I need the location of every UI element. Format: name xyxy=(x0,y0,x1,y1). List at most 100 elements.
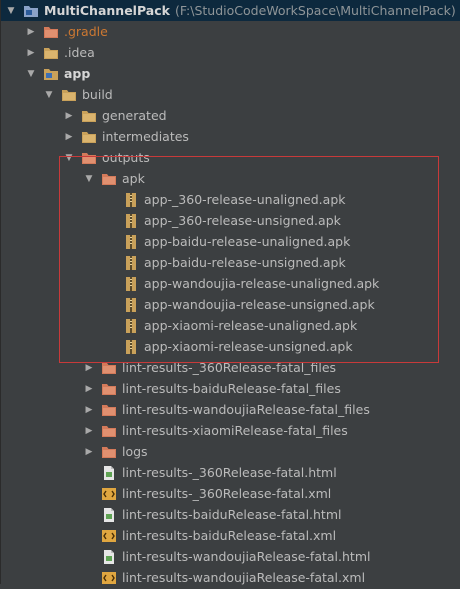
folder-icon xyxy=(81,108,97,124)
collapsed-arrow-icon[interactable]: ▶ xyxy=(25,42,37,63)
folder-excluded-icon xyxy=(43,24,59,40)
expanded-arrow-icon[interactable]: ▼ xyxy=(25,63,37,84)
folder-excluded-icon xyxy=(101,171,117,187)
tree-node-apk-file[interactable]: app-wandoujia-release-unaligned.apk xyxy=(1,273,460,294)
xml-file-icon xyxy=(101,528,117,544)
tree-node-generated[interactable]: ▶ generated xyxy=(1,105,460,126)
file-label: app-_360-release-unsigned.apk xyxy=(144,213,341,228)
folder-label: .idea xyxy=(64,45,95,60)
folder-label: lint-results-wandoujiaRelease-fatal_file… xyxy=(122,402,370,417)
file-label: lint-results-wandoujiaRelease-fatal.html xyxy=(122,549,371,564)
file-label: app-xiaomi-release-unaligned.apk xyxy=(144,318,358,333)
folder-excluded-icon xyxy=(101,402,117,418)
folder-label: generated xyxy=(102,108,167,123)
collapsed-arrow-icon[interactable]: ▶ xyxy=(63,105,75,126)
tree-node-apk-file[interactable]: app-xiaomi-release-unaligned.apk xyxy=(1,315,460,336)
html-file-icon xyxy=(101,549,117,565)
file-label: lint-results-_360Release-fatal.xml xyxy=(122,486,332,501)
archive-icon xyxy=(123,234,139,250)
folder-excluded-icon xyxy=(81,150,97,166)
tree-node-app[interactable]: ▼ app xyxy=(1,63,460,84)
project-tree: ▼ MultiChannelPack (F:\StudioCodeWorkSpa… xyxy=(0,0,460,585)
tree-node-apk-file[interactable]: app-_360-release-unsigned.apk xyxy=(1,210,460,231)
expanded-arrow-icon[interactable]: ▼ xyxy=(43,84,55,105)
tree-node-logs[interactable]: ▶ logs xyxy=(1,441,460,462)
folder-excluded-icon xyxy=(101,444,117,460)
folder-excluded-icon xyxy=(101,360,117,376)
archive-icon xyxy=(123,255,139,271)
tree-node-intermediates[interactable]: ▶ intermediates xyxy=(1,126,460,147)
tree-node-apk[interactable]: ▼ apk xyxy=(1,168,460,189)
archive-icon xyxy=(123,276,139,292)
tree-node-apk-file[interactable]: app-baidu-release-unaligned.apk xyxy=(1,231,460,252)
tree-node-build[interactable]: ▼ build xyxy=(1,84,460,105)
tree-node-lint-folder[interactable]: ▶ lint-results-wandoujiaRelease-fatal_fi… xyxy=(1,399,460,420)
folder-label: outputs xyxy=(102,150,150,165)
folder-label: lint-results-baiduRelease-fatal_files xyxy=(122,381,341,396)
tree-node-apk-file[interactable]: app-wandoujia-release-unsigned.apk xyxy=(1,294,460,315)
archive-icon xyxy=(123,213,139,229)
tree-node-apk-file[interactable]: app-xiaomi-release-unsigned.apk xyxy=(1,336,460,357)
archive-icon xyxy=(123,192,139,208)
tree-node-lint-file[interactable]: lint-results-wandoujiaRelease-fatal.html xyxy=(1,546,460,567)
tree-node-gradle[interactable]: ▶ .gradle xyxy=(1,21,460,42)
folder-label: .gradle xyxy=(64,24,108,39)
file-label: lint-results-_360Release-fatal.html xyxy=(122,465,337,480)
xml-file-icon xyxy=(101,570,117,586)
archive-icon xyxy=(123,297,139,313)
folder-excluded-icon xyxy=(101,381,117,397)
file-label: app-wandoujia-release-unsigned.apk xyxy=(144,297,375,312)
tree-node-idea[interactable]: ▶ .idea xyxy=(1,42,460,63)
tree-node-lint-file[interactable]: lint-results-baiduRelease-fatal.html xyxy=(1,504,460,525)
tree-node-apk-file[interactable]: app-baidu-release-unsigned.apk xyxy=(1,252,460,273)
collapsed-arrow-icon[interactable]: ▶ xyxy=(25,21,37,42)
tree-node-outputs[interactable]: ▼ outputs xyxy=(1,147,460,168)
collapsed-arrow-icon[interactable]: ▶ xyxy=(63,126,75,147)
folder-excluded-icon xyxy=(101,423,117,439)
collapsed-arrow-icon[interactable]: ▶ xyxy=(83,378,95,399)
folder-label: logs xyxy=(122,444,148,459)
tree-node-project-root[interactable]: ▼ MultiChannelPack (F:\StudioCodeWorkSpa… xyxy=(1,0,460,21)
tree-node-lint-file[interactable]: lint-results-_360Release-fatal.html xyxy=(1,462,460,483)
tree-node-lint-file[interactable]: lint-results-wandoujiaRelease-fatal.xml xyxy=(1,567,460,588)
project-path: (F:\StudioCodeWorkSpace\MultiChannelPack… xyxy=(174,3,456,18)
folder-label: apk xyxy=(122,171,145,186)
expanded-arrow-icon[interactable]: ▼ xyxy=(83,168,95,189)
tree-node-lint-folder[interactable]: ▶ lint-results-xiaomiRelease-fatal_files xyxy=(1,420,460,441)
file-label: app-baidu-release-unsigned.apk xyxy=(144,255,346,270)
project-name: MultiChannelPack xyxy=(44,3,170,18)
archive-icon xyxy=(123,318,139,334)
file-label: app-_360-release-unaligned.apk xyxy=(144,192,346,207)
collapsed-arrow-icon[interactable]: ▶ xyxy=(83,357,95,378)
folder-label: build xyxy=(82,87,113,102)
tree-node-apk-file[interactable]: app-_360-release-unaligned.apk xyxy=(1,189,460,210)
tree-node-lint-folder[interactable]: ▶ lint-results-_360Release-fatal_files xyxy=(1,357,460,378)
module-label: app xyxy=(64,66,91,81)
module-folder-icon xyxy=(43,66,59,82)
folder-label: lint-results-xiaomiRelease-fatal_files xyxy=(122,423,348,438)
expanded-arrow-icon[interactable]: ▼ xyxy=(63,147,75,168)
html-file-icon xyxy=(101,465,117,481)
expanded-arrow-icon[interactable]: ▼ xyxy=(5,0,17,21)
tree-node-lint-file[interactable]: lint-results-_360Release-fatal.xml xyxy=(1,483,460,504)
module-folder-icon xyxy=(23,3,39,19)
file-label: app-xiaomi-release-unsigned.apk xyxy=(144,339,353,354)
file-label: lint-results-wandoujiaRelease-fatal.xml xyxy=(122,570,366,585)
folder-icon xyxy=(43,45,59,61)
collapsed-arrow-icon[interactable]: ▶ xyxy=(83,399,95,420)
file-label: lint-results-baiduRelease-fatal.xml xyxy=(122,528,337,543)
folder-icon xyxy=(61,87,77,103)
file-label: lint-results-baiduRelease-fatal.html xyxy=(122,507,342,522)
collapsed-arrow-icon[interactable]: ▶ xyxy=(83,420,95,441)
file-label: app-wandoujia-release-unaligned.apk xyxy=(144,276,380,291)
folder-label: intermediates xyxy=(102,129,189,144)
folder-icon xyxy=(81,129,97,145)
html-file-icon xyxy=(101,507,117,523)
folder-label: lint-results-_360Release-fatal_files xyxy=(122,360,337,375)
collapsed-arrow-icon[interactable]: ▶ xyxy=(83,441,95,462)
file-label: app-baidu-release-unaligned.apk xyxy=(144,234,351,249)
xml-file-icon xyxy=(101,486,117,502)
tree-node-lint-folder[interactable]: ▶ lint-results-baiduRelease-fatal_files xyxy=(1,378,460,399)
archive-icon xyxy=(123,339,139,355)
tree-node-lint-file[interactable]: lint-results-baiduRelease-fatal.xml xyxy=(1,525,460,546)
